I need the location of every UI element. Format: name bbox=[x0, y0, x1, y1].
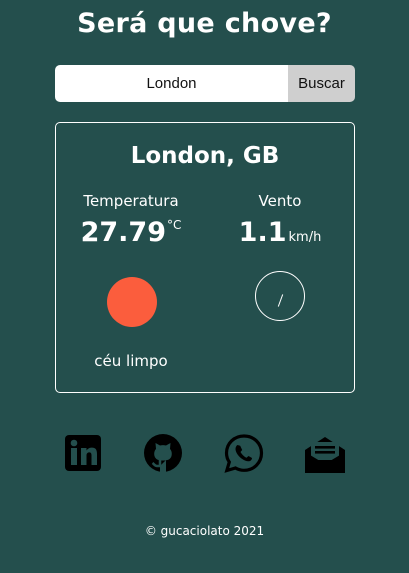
mail-icon[interactable] bbox=[304, 433, 346, 475]
wind-label: Vento bbox=[258, 192, 302, 210]
github-icon[interactable] bbox=[143, 433, 185, 475]
compass-needle bbox=[277, 294, 284, 307]
sun-icon bbox=[107, 277, 157, 327]
search-button[interactable]: Buscar bbox=[288, 65, 355, 102]
temperature-block: Temperatura 27.79°C bbox=[56, 191, 206, 248]
whatsapp-icon[interactable] bbox=[223, 433, 265, 475]
temperature-label: Temperatura bbox=[83, 192, 179, 210]
search-bar: Buscar bbox=[55, 65, 355, 102]
footer-copyright: © gucaciolato 2021 bbox=[144, 524, 265, 538]
city-search-input[interactable] bbox=[55, 65, 288, 102]
city-name: London, GB bbox=[130, 143, 280, 169]
weather-condition: céu limpo bbox=[94, 352, 168, 370]
page-title: Será que chove? bbox=[77, 8, 332, 39]
wind-value: 1.1 bbox=[238, 217, 287, 248]
compass-icon bbox=[255, 271, 305, 321]
linkedin-icon[interactable] bbox=[63, 433, 105, 475]
temperature-value: 27.79 bbox=[80, 217, 166, 248]
wind-unit: km/h bbox=[288, 230, 322, 245]
weather-card: London, GB Temperatura 27.79°C Vento 1.1… bbox=[55, 122, 355, 393]
temperature-unit: °C bbox=[167, 218, 182, 232]
wind-block: Vento 1.1 km/h bbox=[205, 191, 355, 248]
